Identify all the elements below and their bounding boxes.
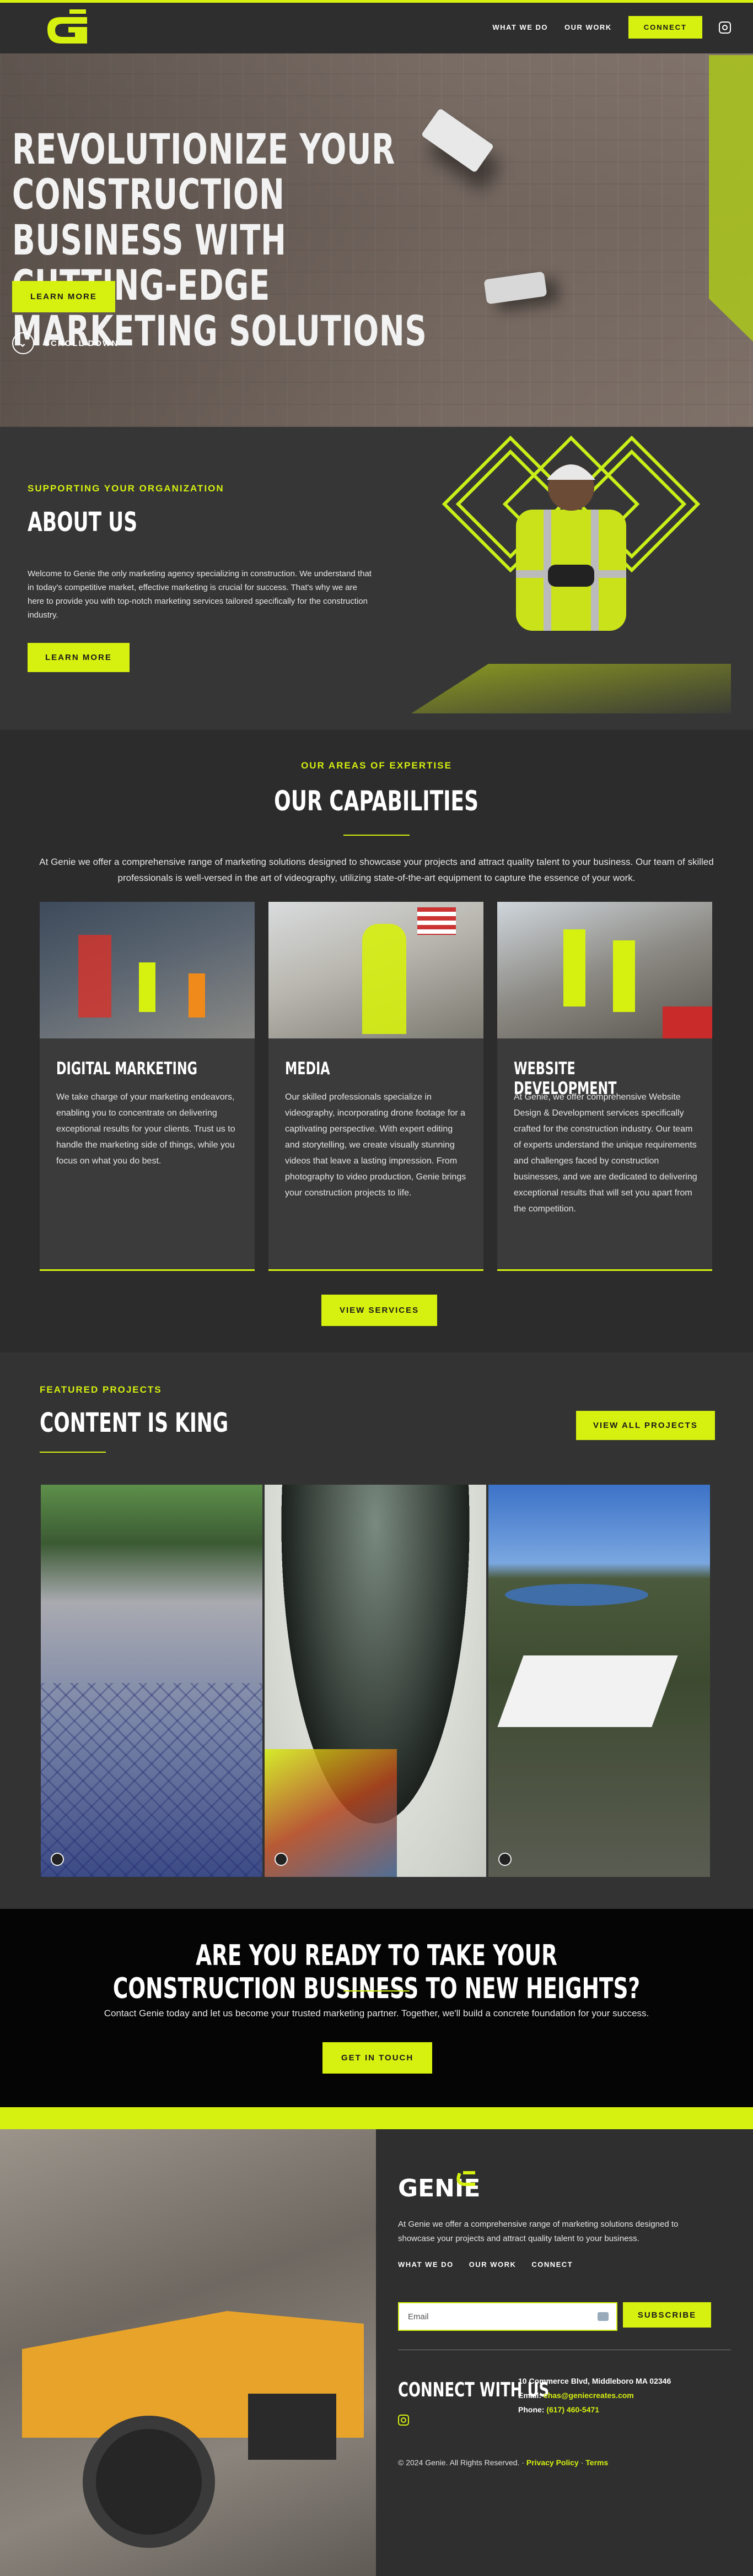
nav-our-work[interactable]: OUR WORK [564, 23, 612, 31]
card-image [268, 902, 483, 1038]
card-image [497, 902, 712, 1038]
scroll-down-label: SCROLL DOWN [44, 338, 119, 348]
footer-link-connect[interactable]: CONNECT [531, 2260, 573, 2269]
scroll-down-link[interactable]: ⌄ SCROLL DOWN [12, 332, 119, 354]
featured-kicker: FEATURED PROJECTS [40, 1384, 162, 1395]
get-in-touch-button[interactable]: GET IN TOUCH [322, 2042, 433, 2074]
hero-title-line: REVOLUTIONIZE YOUR CONSTRUCTION [12, 125, 395, 219]
title-underline [343, 835, 410, 836]
cta-title: ARE YOU READY TO TAKE YOUR CONSTRUCTION … [112, 1939, 641, 2005]
card-body: At Genie, we offer comprehensive Website… [514, 1092, 697, 1214]
email-placeholder: Email [408, 2312, 429, 2321]
site-header: WHAT WE DO OUR WORK CONNECT [0, 3, 753, 53]
copyright-text: © 2024 Genie. All Rights Reserved. · [398, 2458, 526, 2467]
capabilities-section: OUR AREAS OF EXPERTISE OUR CAPABILITIES … [0, 730, 753, 1352]
about-diamond-graphic [411, 435, 731, 713]
worker-photo [516, 464, 626, 631]
capability-cards: DIGITAL MARKETING We take charge of your… [40, 902, 712, 1271]
capabilities-title: OUR CAPABILITIES [274, 785, 479, 817]
footer-description: At Genie we offer a comprehensive range … [398, 2220, 679, 2243]
contact-card-icon [598, 2312, 609, 2321]
footer-link-what-we-do[interactable]: WHAT WE DO [398, 2260, 454, 2269]
about-learn-more-button[interactable]: LEARN MORE [28, 643, 130, 672]
phone-label: Phone: [518, 2405, 547, 2414]
featured-projects-section: FEATURED PROJECTS CONTENT IS KING VIEW A… [0, 1352, 753, 1909]
separator: · [578, 2458, 586, 2467]
instagram-icon[interactable] [719, 21, 731, 34]
connect-button[interactable]: CONNECT [628, 16, 702, 39]
video-icon [275, 1853, 288, 1866]
capability-card: DIGITAL MARKETING We take charge of your… [40, 902, 255, 1271]
footer-logo-text: GENIE [398, 2174, 480, 2202]
footer-nav: WHAT WE DO OUR WORK CONNECT [398, 2260, 573, 2269]
video-icon [498, 1853, 512, 1866]
title-underline [343, 1990, 410, 1991]
nav-links: WHAT WE DO OUR WORK CONNECT [492, 16, 731, 39]
privacy-policy-link[interactable]: Privacy Policy [526, 2458, 579, 2467]
project-tile[interactable] [488, 1485, 710, 1877]
card-image [40, 902, 255, 1038]
email-input[interactable]: Email [398, 2302, 617, 2331]
hero-accent-shape [709, 55, 753, 342]
capability-card: WEBSITE DEVELOPMENT At Genie, we offer c… [497, 902, 712, 1271]
email-label: Email: [518, 2391, 544, 2400]
video-icon [51, 1853, 64, 1866]
card-title: DIGITAL MARKETING [56, 1059, 197, 1079]
genie-logo[interactable] [36, 7, 101, 51]
nav-what-we-do[interactable]: WHAT WE DO [492, 23, 548, 31]
about-body: Welcome to Genie the only marketing agen… [28, 569, 372, 620]
terms-link[interactable]: Terms [585, 2458, 608, 2467]
site-footer: GENIE At Genie we offer a comprehensive … [0, 2129, 753, 2576]
phone-link[interactable]: (617) 460-5471 [546, 2405, 599, 2414]
copyright: © 2024 Genie. All Rights Reserved. · Pri… [398, 2458, 608, 2467]
chevron-down-icon: ⌄ [12, 332, 34, 354]
address-text: 10 Commerce Blvd, Middleboro MA 02346 [518, 2377, 671, 2385]
footer-link-our-work[interactable]: OUR WORK [469, 2260, 517, 2269]
subscribe-button[interactable]: SUBSCRIBE [623, 2302, 711, 2328]
capabilities-kicker: OUR AREAS OF EXPERTISE [301, 760, 452, 771]
project-gallery [41, 1485, 710, 1877]
project-tile[interactable] [265, 1485, 486, 1877]
view-services-button[interactable]: VIEW SERVICES [321, 1295, 438, 1326]
featured-title: CONTENT IS KING [40, 1408, 229, 1438]
cta-body: Contact Genie today and let us become yo… [104, 2008, 649, 2018]
footer-genie-logo[interactable]: GENIE [398, 2168, 486, 2203]
hero-learn-more-button[interactable]: LEARN MORE [12, 281, 115, 312]
about-section: SUPPORTING YOUR ORGANIZATION ABOUT US We… [0, 427, 753, 730]
accent-band [0, 2107, 753, 2129]
title-underline [40, 1452, 106, 1453]
cta-section: ARE YOU READY TO TAKE YOUR CONSTRUCTION … [0, 1909, 753, 2107]
view-all-projects-button[interactable]: VIEW ALL PROJECTS [576, 1411, 715, 1440]
capabilities-intro: At Genie we offer a comprehensive range … [39, 857, 714, 883]
card-title: MEDIA [285, 1059, 330, 1079]
project-tile[interactable] [41, 1485, 262, 1877]
card-body: Our skilled professionals specialize in … [285, 1092, 466, 1198]
hero-section: REVOLUTIONIZE YOUR CONSTRUCTION BUSINESS… [0, 3, 753, 427]
email-link[interactable]: chas@geniecreates.com [544, 2391, 634, 2400]
about-kicker: SUPPORTING YOUR ORGANIZATION [28, 483, 224, 494]
about-title: ABOUT US [28, 507, 138, 538]
hero-title: REVOLUTIONIZE YOUR CONSTRUCTION BUSINESS… [12, 127, 618, 354]
capability-card: MEDIA Our skilled professionals speciali… [268, 902, 483, 1271]
footer-dump-truck-image [0, 2129, 376, 2576]
contact-details: 10 Commerce Blvd, Middleboro MA 02346 Em… [518, 2374, 671, 2417]
instagram-icon[interactable] [398, 2415, 409, 2426]
card-body: We take charge of your marketing endeavo… [56, 1092, 235, 1166]
